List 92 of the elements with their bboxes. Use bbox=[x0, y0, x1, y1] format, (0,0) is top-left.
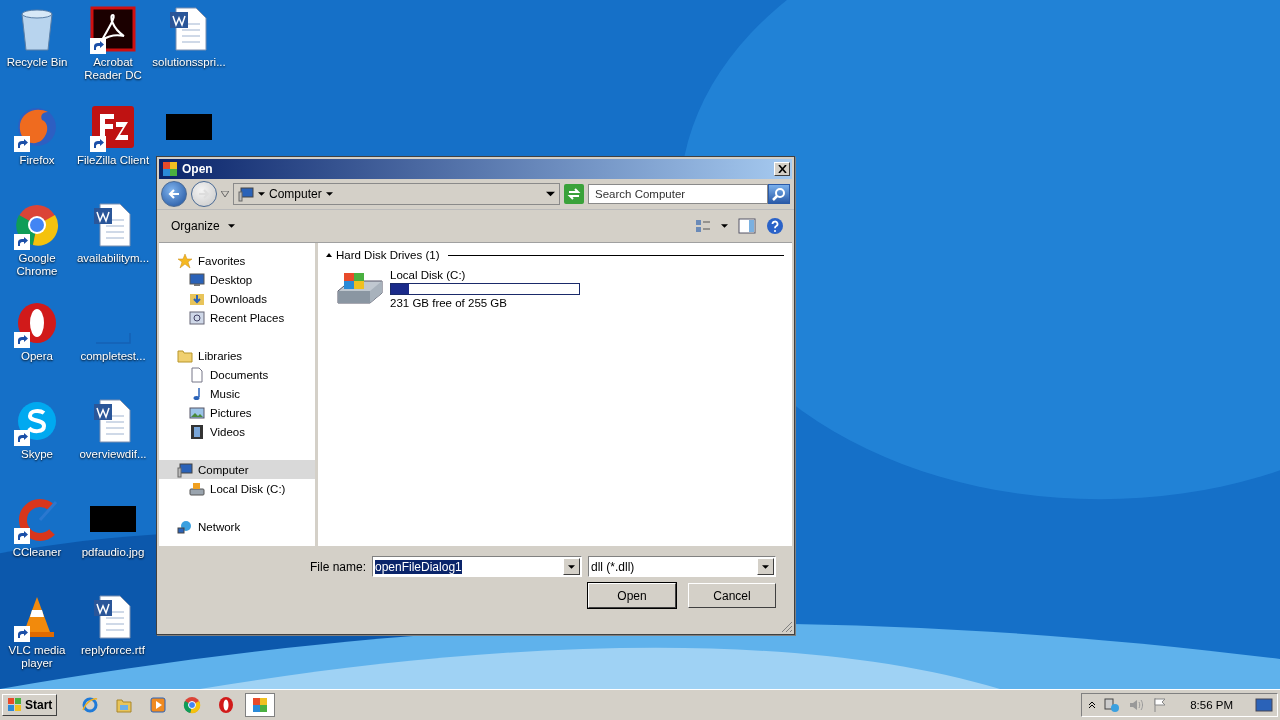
folder-icon bbox=[177, 347, 193, 364]
refresh-icon[interactable] bbox=[564, 184, 584, 204]
desktop-icon-label[interactable]: Firefox bbox=[19, 154, 55, 167]
dialog-button[interactable]: Open bbox=[588, 583, 676, 608]
desktop-icon-label[interactable]: completest... bbox=[80, 350, 146, 363]
dropdown-caret-icon bbox=[568, 564, 575, 569]
computer-icon bbox=[238, 186, 254, 202]
caret-icon bbox=[227, 224, 235, 228]
desktop-icon-label[interactable]: pdfaudio.jpg bbox=[81, 546, 145, 559]
folder-icon bbox=[115, 696, 134, 714]
address-caret-icon bbox=[546, 191, 555, 197]
media-player-icon bbox=[149, 696, 168, 714]
star-icon bbox=[177, 252, 193, 269]
resize-grip-icon[interactable] bbox=[781, 621, 793, 633]
file-type-dropdown[interactable]: dll (*.dll) bbox=[588, 556, 776, 577]
nav-item[interactable]: Local Disk (C:) bbox=[159, 479, 315, 498]
film-strip-icon bbox=[189, 423, 205, 440]
forward-button[interactable] bbox=[191, 181, 217, 207]
collapse-caret-icon[interactable] bbox=[326, 253, 332, 257]
filezilla-icon bbox=[90, 104, 136, 150]
nav-item[interactable]: Favorites bbox=[159, 251, 315, 270]
nav-item[interactable]: Recent Places bbox=[159, 308, 315, 327]
desktop-icon-label[interactable]: VLC media player bbox=[0, 644, 74, 670]
desktop-icon-label[interactable]: Opera bbox=[21, 350, 53, 363]
free-space-text: 231 GB free of 255 GB bbox=[390, 297, 508, 309]
opera-icon bbox=[217, 696, 236, 714]
thumbnail-icon bbox=[166, 114, 212, 140]
view-caret-icon bbox=[721, 224, 728, 228]
desktop-icon-label[interactable]: Google Chrome bbox=[0, 252, 74, 278]
picture-frame-icon bbox=[189, 404, 205, 421]
desktop-icon-label[interactable]: FileZilla Client bbox=[76, 154, 150, 167]
application-window-icon bbox=[251, 696, 270, 714]
document-icon bbox=[189, 366, 205, 383]
desktop-icon-label[interactable]: replyforce.rtf bbox=[81, 644, 145, 657]
nav-item[interactable]: Libraries bbox=[159, 346, 315, 365]
window-title: Open bbox=[182, 162, 214, 176]
nav-item[interactable]: Music bbox=[159, 384, 315, 403]
search-field[interactable]: Search Computer bbox=[588, 184, 768, 204]
nav-item[interactable]: Documents bbox=[159, 365, 315, 384]
nav-item[interactable]: Downloads bbox=[159, 289, 315, 308]
caret-icon bbox=[258, 192, 265, 196]
drive-name: Local Disk (C:) bbox=[390, 269, 467, 281]
desktop-icon-label[interactable]: CCleaner bbox=[12, 546, 62, 559]
pdf-icon bbox=[90, 6, 136, 52]
nav-item[interactable]: Computer bbox=[159, 460, 315, 479]
desktop-icon-label[interactable]: overviewdif... bbox=[79, 448, 147, 461]
search-icon bbox=[772, 187, 786, 201]
caret-icon bbox=[325, 192, 333, 196]
thumbnail-icon bbox=[90, 506, 136, 532]
address-bar[interactable]: Computer bbox=[233, 183, 560, 205]
preview-pane-icon[interactable] bbox=[738, 217, 756, 235]
network-icon[interactable] bbox=[1104, 697, 1121, 713]
breadcrumb-item[interactable]: Computer bbox=[269, 187, 322, 201]
file-name-field[interactable]: openFileDialog1 bbox=[372, 556, 582, 577]
windows-logo-icon bbox=[7, 697, 23, 713]
close-button[interactable] bbox=[774, 162, 790, 176]
organize-button[interactable]: Organize bbox=[167, 217, 239, 235]
monitor-icon bbox=[189, 271, 205, 288]
show-desktop-icon[interactable] bbox=[1255, 696, 1273, 714]
view-options-icon[interactable] bbox=[695, 218, 711, 234]
hard-disk-icon bbox=[189, 480, 205, 497]
chrome-icon bbox=[183, 696, 202, 714]
desktop-icon-label[interactable]: solutionsspri... bbox=[152, 56, 226, 69]
internet-explorer-icon bbox=[81, 696, 100, 714]
nav-item[interactable]: Pictures bbox=[159, 403, 315, 422]
nav-item[interactable]: Network bbox=[159, 517, 315, 536]
network-globe-icon bbox=[177, 518, 193, 535]
left-arrow-icon bbox=[167, 187, 181, 201]
nav-item[interactable]: Videos bbox=[159, 422, 315, 441]
desktop-icon-label[interactable]: Acrobat Reader DC bbox=[76, 56, 150, 82]
dropdown-caret-icon bbox=[762, 564, 769, 569]
computer-icon bbox=[177, 461, 193, 478]
group-header: Hard Disk Drives (1) bbox=[336, 249, 440, 261]
help-icon[interactable] bbox=[766, 217, 784, 235]
desktop-icon-label[interactable]: availabilitym... bbox=[76, 252, 150, 265]
right-arrow-icon bbox=[197, 187, 211, 201]
search-button[interactable] bbox=[768, 184, 790, 204]
desktop-icon-label[interactable]: Skype bbox=[21, 448, 53, 461]
clock[interactable]: 8:56 PM bbox=[1190, 699, 1233, 711]
desktop-icon-label[interactable]: Recycle Bin bbox=[6, 56, 68, 69]
start-button[interactable]: Start bbox=[2, 694, 58, 716]
chevron-up-icon[interactable] bbox=[1088, 701, 1097, 709]
taskbar-button[interactable] bbox=[245, 693, 276, 717]
recent-places-icon bbox=[189, 309, 205, 326]
history-caret-icon[interactable] bbox=[221, 191, 229, 197]
nav-item[interactable]: Desktop bbox=[159, 270, 315, 289]
drive-item[interactable]: Local Disk (C:) 231 GB free of 255 GB bbox=[326, 269, 784, 309]
field-label: File name: bbox=[309, 559, 366, 574]
dialog-button[interactable]: Cancel bbox=[688, 583, 776, 608]
application-window-icon bbox=[161, 160, 179, 178]
close-icon bbox=[777, 165, 787, 173]
back-button[interactable] bbox=[161, 181, 187, 207]
